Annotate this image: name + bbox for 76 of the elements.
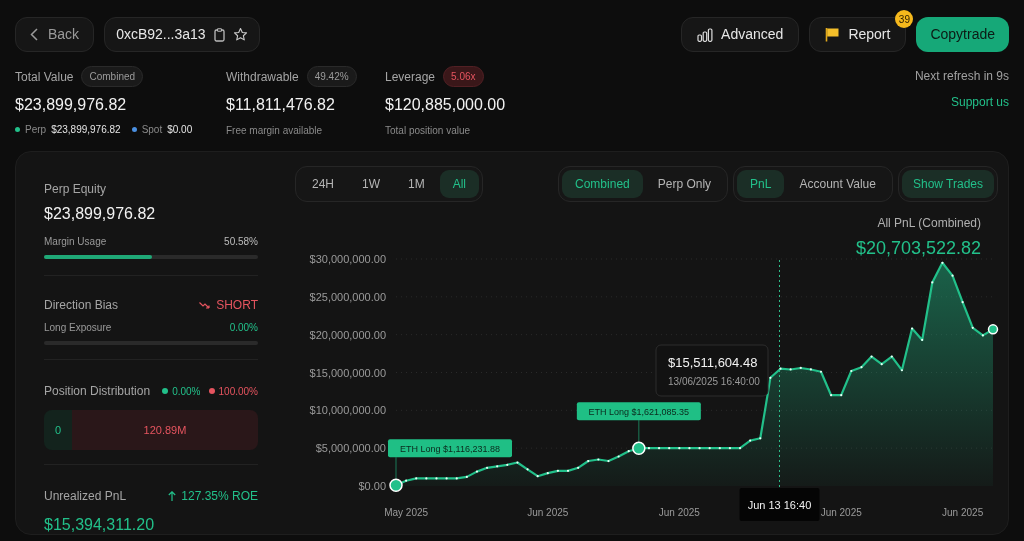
range-tab[interactable]: 1M [395,170,438,198]
show-trades-toggle[interactable]: Show Trades [901,170,994,198]
axis-label: Jun 2025 [527,507,569,518]
legend-amount: $0.00 [167,123,193,137]
meter-label: Long Exposure [44,321,112,335]
roe-indicator: 127.35% ROE [168,487,258,505]
axis-label: $5,000,000.00 [315,442,386,455]
bias-indicator: SHORT [199,296,258,314]
trade-annotation: ETH Long $1,621,085.35 [576,402,701,455]
tooltip-time: 13/06/2025 16:40:00 [668,376,760,387]
axis-label: $30,000,000.00 [309,253,386,265]
metric-label: Total Value [15,68,74,86]
pnl-value: $15,394,311.20 [44,515,156,535]
metric-tag: Combined [81,66,144,87]
axis-label: $25,000,000.00 [309,290,386,303]
long-share: 0.00% [172,384,201,399]
metric-tab[interactable]: PnL [737,170,785,198]
annotation: ETH Long $1,116,231.88 [400,443,500,454]
metric-tag: 5.06x [443,66,484,87]
section-label: Position Distribution [44,383,151,400]
section-label: Unrealized PnL [44,488,127,505]
legend-label: Spot [141,123,163,137]
axis-label: $10,000,000.00 [309,404,386,417]
metric-caption: Total position value [385,124,472,138]
star-icon[interactable] [232,27,248,42]
legend-amount: $23,899,976.82 [51,123,121,137]
metric-label: Leverage [385,68,436,86]
advanced-button[interactable]: Advanced [681,17,800,52]
meter-reading: 0.00% [229,321,258,335]
section-label: Perp Equity [44,181,108,198]
trade-annotation: ETH Long $1,116,231.88 [388,439,512,492]
arrow-up-icon [168,491,177,501]
refresh-timer: Next refresh in 9s [914,68,1009,85]
axis-label: Jun 2025 [658,507,700,518]
meter-reading: 50.58% [224,235,258,249]
axis-label: $0.00 [358,480,386,492]
bar-chart-icon [697,27,714,42]
axis-label: Jun 2025 [820,507,862,518]
meter-label: Margin Usage [44,235,107,249]
notification-badge: 39 [895,10,914,28]
support-link[interactable]: Support us [950,93,1009,111]
total-pnl-value: $20,703,522.82 [855,237,981,260]
range-tab[interactable]: All [439,170,480,198]
total-pnl-label: All PnL (Combined) [877,215,981,232]
short-share: 100.00% [218,384,258,399]
metric-tab[interactable]: Account Value [786,170,889,198]
mode-tab[interactable]: Combined [562,170,643,198]
legend-label: Perp [25,123,47,137]
axis-label: Jun 2025 [942,507,984,518]
chevron-left-icon [30,28,38,41]
metric-value: $23,899,976.82 [15,95,128,115]
metric-value: $11,811,476.82 [226,95,336,115]
short-segment: 120.89M [72,410,258,450]
section-label: Direction Bias [44,297,119,314]
metric-label: Withdrawable [226,68,299,86]
axis-tooltip: Jun 13 16:40 [739,488,820,521]
trend-down-icon [199,300,212,310]
end-marker [987,324,999,335]
copytrade-button[interactable]: Copytrade [916,17,1009,52]
mode-tab[interactable]: Perp Only [644,170,725,198]
equity-value: $23,899,976.82 [44,204,157,224]
axis-label: $20,000,000.00 [309,328,386,341]
copy-icon[interactable] [213,27,225,42]
range-tab[interactable]: 1W [349,170,393,198]
wallet-address: 0xcB92...3a13 [116,25,206,44]
back-button[interactable]: Back [15,17,95,52]
annotation: ETH Long $1,621,085.35 [588,406,690,417]
tooltip-value: $15,511,604.48 [668,355,758,370]
long-segment: 0 [44,410,72,450]
metric-tag: 49.42% [306,66,357,87]
range-tab[interactable]: 24H [299,170,347,198]
axis-label: May 2025 [384,507,429,518]
metric-caption: Free margin available [226,124,324,138]
metric-value: $120,885,000.00 [385,95,507,115]
flag-icon [825,27,841,42]
axis-label: $15,000,000.00 [309,366,386,379]
